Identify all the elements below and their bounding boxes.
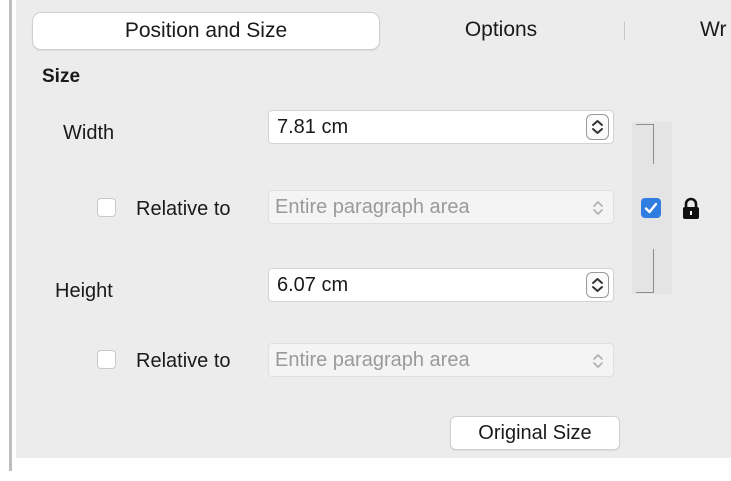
height-value[interactable]: 6.07 cm [277,269,348,301]
lock-icon [683,197,699,219]
tab-position-and-size[interactable]: Position and Size [32,12,380,50]
height-stepper[interactable] [586,272,609,298]
width-value[interactable]: 7.81 cm [277,111,348,143]
checkmark-icon [644,202,658,214]
tab-bar: Position and Size Options Wr [0,0,731,52]
size-section-title: Size [42,66,81,87]
dialog-left-border [9,0,12,471]
width-relative-checkbox[interactable] [97,198,116,217]
ratio-bracket-top [636,124,654,164]
width-relative-value: Entire paragraph area [275,196,470,218]
updown-icon [593,201,603,215]
dialog-panel [16,0,731,458]
updown-icon [592,278,603,292]
keep-ratio-checkbox[interactable] [641,198,661,218]
height-relative-checkbox[interactable] [97,350,116,369]
tab-options[interactable]: Options [378,12,624,48]
height-relative-dropdown: Entire paragraph area [268,343,614,377]
updown-icon [593,354,603,368]
width-relative-dropdown: Entire paragraph area [268,190,614,224]
tab-separator [624,22,625,40]
ratio-bracket-bottom [636,249,654,293]
height-label: Height [55,280,113,302]
height-relative-value: Entire paragraph area [275,349,470,371]
height-field[interactable]: 6.07 cm [268,268,614,302]
width-field[interactable]: 7.81 cm [268,110,614,144]
width-label: Width [63,122,115,144]
updown-icon [592,120,603,134]
height-relative-label: Relative to [136,350,231,372]
width-relative-label: Relative to [136,198,231,220]
original-size-button[interactable]: Original Size [450,416,620,450]
width-stepper[interactable] [586,114,609,140]
tab-wrap[interactable]: Wr [700,12,731,48]
